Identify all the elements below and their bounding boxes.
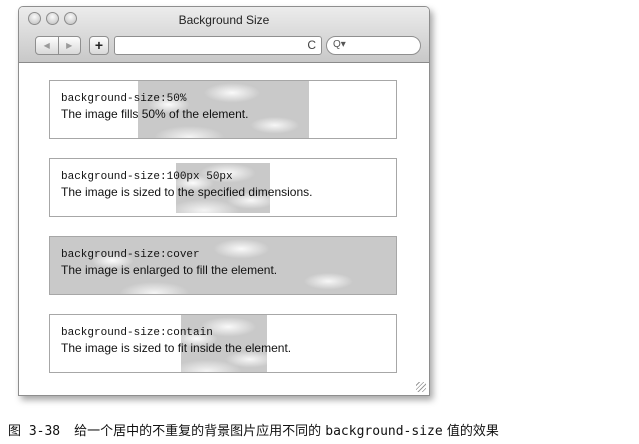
browser-toolbar: Background Size ◀ ▶ + C Q▾ [19,7,429,63]
demo-code: background-size:100px 50px [61,171,233,183]
demo-code: background-size:50% [61,93,187,105]
demo-code: background-size:contain [61,327,213,339]
add-bookmark-button[interactable]: + [89,36,109,55]
caption-text: 给一个居中的不重复的背景图片应用不同的 [74,424,326,439]
search-icon[interactable]: Q▾ [333,39,346,50]
navigation-buttons: ◀ ▶ [35,36,81,55]
back-arrow-icon[interactable]: ◀ [36,37,58,54]
demo-box-cover: background-size:cover The image is enlar… [49,236,397,295]
demo-description: The image fills 50% of the element. [61,107,249,121]
address-bar[interactable]: C [114,36,322,55]
demo-code: background-size:cover [61,249,200,261]
forward-arrow-icon[interactable]: ▶ [57,37,81,54]
demo-description: The image is sized to the specified dime… [61,185,313,199]
caption-code: background-size [325,424,443,439]
demo-box-fixed-size: background-size:100px 50px The image is … [49,158,397,217]
resize-grip-icon[interactable] [416,382,426,392]
demo-box-50-percent: background-size:50% The image fills 50% … [49,80,397,139]
caption-text-end: 值的效果 [442,424,499,439]
demo-description: The image is enlarged to fill the elemen… [61,263,278,277]
window-title: Background Size [178,13,270,27]
search-field[interactable]: Q▾ [326,36,421,55]
figure-number: 图 3-38 [8,424,61,439]
demo-box-contain: background-size:contain The image is siz… [49,314,397,373]
figure-caption: 图 3-38 给一个居中的不重复的背景图片应用不同的 background-siz… [8,420,499,439]
reload-icon[interactable]: C [307,38,316,52]
demo-description: The image is sized to fit inside the ele… [61,341,292,355]
browser-window: Background Size ◀ ▶ + C Q▾ background-si… [18,6,430,396]
